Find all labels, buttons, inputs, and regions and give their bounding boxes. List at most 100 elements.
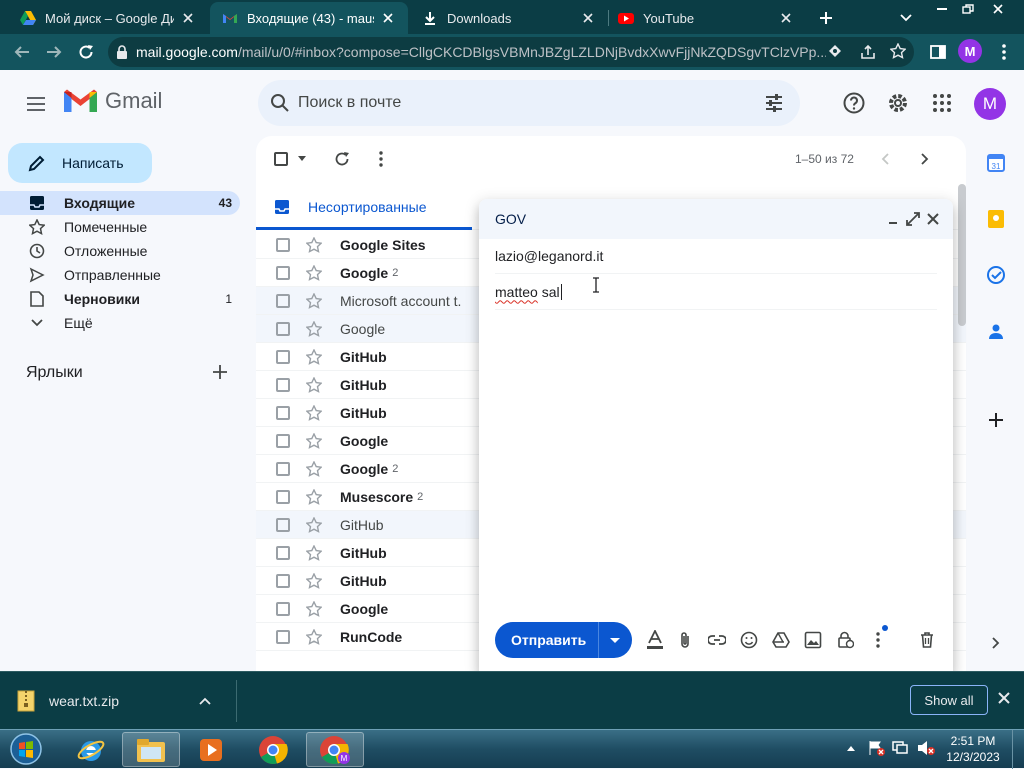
select-dropdown-icon[interactable] xyxy=(298,156,306,161)
chevron-up-icon[interactable] xyxy=(199,697,211,705)
star-outline-icon[interactable] xyxy=(306,432,322,449)
taskbar-file-explorer[interactable] xyxy=(122,732,180,767)
email-select-checkbox[interactable] xyxy=(276,545,290,560)
star-outline-icon[interactable] xyxy=(306,460,322,477)
insert-photo-button[interactable] xyxy=(803,630,823,650)
star-outline-icon[interactable] xyxy=(306,404,322,421)
tab-youtube[interactable]: YouTube xyxy=(606,2,806,34)
insert-link-button[interactable] xyxy=(707,630,727,650)
email-select-checkbox[interactable] xyxy=(276,321,290,336)
tasks-addon-button[interactable] xyxy=(984,263,1008,287)
schedule-send-dropdown-icon[interactable] xyxy=(607,632,623,648)
email-select-checkbox[interactable] xyxy=(276,237,290,252)
email-select-checkbox[interactable] xyxy=(276,377,290,392)
star-outline-icon[interactable] xyxy=(306,376,322,393)
star-outline-icon[interactable] xyxy=(306,600,322,617)
email-select-checkbox[interactable] xyxy=(276,293,290,308)
email-select-checkbox[interactable] xyxy=(276,601,290,616)
email-select-checkbox[interactable] xyxy=(276,629,290,644)
insert-emoji-button[interactable] xyxy=(739,630,759,650)
attach-files-button[interactable] xyxy=(675,630,695,650)
network-icon[interactable] xyxy=(892,740,910,756)
search-icon[interactable] xyxy=(270,93,290,113)
share-icon[interactable] xyxy=(860,44,876,60)
taskbar-internet-explorer[interactable] xyxy=(62,732,120,767)
forward-button[interactable] xyxy=(42,40,66,64)
system-clock[interactable]: 2:51 PM 12/3/2023 xyxy=(944,733,1002,765)
email-select-checkbox[interactable] xyxy=(276,265,290,280)
search-input[interactable]: Поиск в почте xyxy=(298,94,401,112)
star-outline-icon[interactable] xyxy=(306,292,322,309)
discard-draft-button[interactable] xyxy=(917,630,937,650)
subject-field[interactable]: matteo sal xyxy=(495,274,937,310)
email-select-checkbox[interactable] xyxy=(276,405,290,420)
tab-downloads[interactable]: Downloads xyxy=(410,2,608,34)
mail-list-scrollbar[interactable] xyxy=(958,184,966,326)
fullscreen-icon[interactable] xyxy=(905,211,921,227)
reload-button[interactable] xyxy=(74,40,98,64)
settings-button[interactable] xyxy=(886,91,910,115)
close-tab-icon[interactable] xyxy=(778,10,794,26)
more-compose-options-button[interactable] xyxy=(868,625,888,650)
main-menu-button[interactable] xyxy=(24,92,48,116)
select-all-checkbox[interactable] xyxy=(274,152,288,166)
star-outline-icon[interactable] xyxy=(306,572,322,589)
keep-addon-button[interactable] xyxy=(984,207,1008,231)
side-panel-button[interactable] xyxy=(926,40,950,64)
close-window-button[interactable] xyxy=(984,0,1012,18)
star-outline-icon[interactable] xyxy=(306,628,322,645)
star-outline-icon[interactable] xyxy=(306,544,322,561)
browser-profile-avatar[interactable]: M xyxy=(958,39,982,63)
star-outline-icon[interactable] xyxy=(306,236,322,253)
email-select-checkbox[interactable] xyxy=(276,573,290,588)
calendar-addon-button[interactable]: 31 xyxy=(984,151,1008,175)
volume-muted-icon[interactable] xyxy=(916,740,936,756)
create-label-button[interactable] xyxy=(212,364,232,384)
confidential-mode-button[interactable] xyxy=(836,630,856,650)
close-tab-icon[interactable] xyxy=(580,10,596,26)
contacts-addon-button[interactable] xyxy=(984,319,1008,343)
taskbar-media-player[interactable] xyxy=(182,732,240,767)
url-text[interactable]: mail.google.com/mail/u/0/#inbox?compose=… xyxy=(136,44,826,60)
show-side-panel-button[interactable] xyxy=(984,631,1008,655)
get-addons-button[interactable] xyxy=(984,408,1008,432)
tab-google-drive[interactable]: Мой диск – Google Диск xyxy=(8,2,208,34)
support-button[interactable] xyxy=(842,91,866,115)
sidebar-item-drafts[interactable]: Черновики 1 xyxy=(0,287,240,311)
formatting-options-button[interactable] xyxy=(645,630,665,650)
close-tab-icon[interactable] xyxy=(380,10,396,26)
browser-menu-button[interactable] xyxy=(992,40,1016,64)
tab-gmail-inbox[interactable]: Входящие (43) - mausen xyxy=(210,2,408,34)
download-item[interactable]: wear.txt.zip xyxy=(16,684,236,718)
message-body[interactable] xyxy=(495,311,937,611)
older-page-icon[interactable] xyxy=(921,153,929,165)
restore-window-button[interactable] xyxy=(954,0,982,18)
newer-page-icon[interactable] xyxy=(881,153,889,165)
refresh-icon[interactable] xyxy=(334,151,350,167)
start-button[interactable] xyxy=(6,731,46,768)
tab-primary[interactable]: Несортированные xyxy=(256,186,472,230)
email-select-checkbox[interactable] xyxy=(276,349,290,364)
close-icon[interactable] xyxy=(925,211,941,227)
sidebar-item-starred[interactable]: Помеченные xyxy=(0,215,240,239)
email-select-checkbox[interactable] xyxy=(276,517,290,532)
insert-drive-file-button[interactable] xyxy=(771,630,791,650)
compose-header[interactable]: GOV xyxy=(479,199,953,239)
send-button[interactable]: Отправить xyxy=(495,622,632,658)
email-select-checkbox[interactable] xyxy=(276,433,290,448)
google-apps-button[interactable] xyxy=(930,91,954,115)
email-select-checkbox[interactable] xyxy=(276,489,290,504)
taskbar-chrome-profile[interactable]: M xyxy=(306,732,364,767)
mail-search-bar[interactable]: Поиск в почте xyxy=(258,80,800,126)
bookmark-star-icon[interactable] xyxy=(890,43,906,59)
account-avatar[interactable]: M xyxy=(974,88,1006,120)
sidebar-item-sent[interactable]: Отправленные xyxy=(0,263,240,287)
gmail-logo[interactable]: Gmail xyxy=(64,88,162,114)
recipients-field[interactable]: lazio@leganord.it xyxy=(495,239,937,274)
close-tab-icon[interactable] xyxy=(180,10,196,26)
compose-button[interactable]: Написать xyxy=(8,143,152,183)
sidebar-item-more[interactable]: Ещё xyxy=(0,311,240,335)
minimize-icon[interactable] xyxy=(885,211,901,227)
star-outline-icon[interactable] xyxy=(306,488,322,505)
minimize-window-button[interactable] xyxy=(928,0,956,18)
